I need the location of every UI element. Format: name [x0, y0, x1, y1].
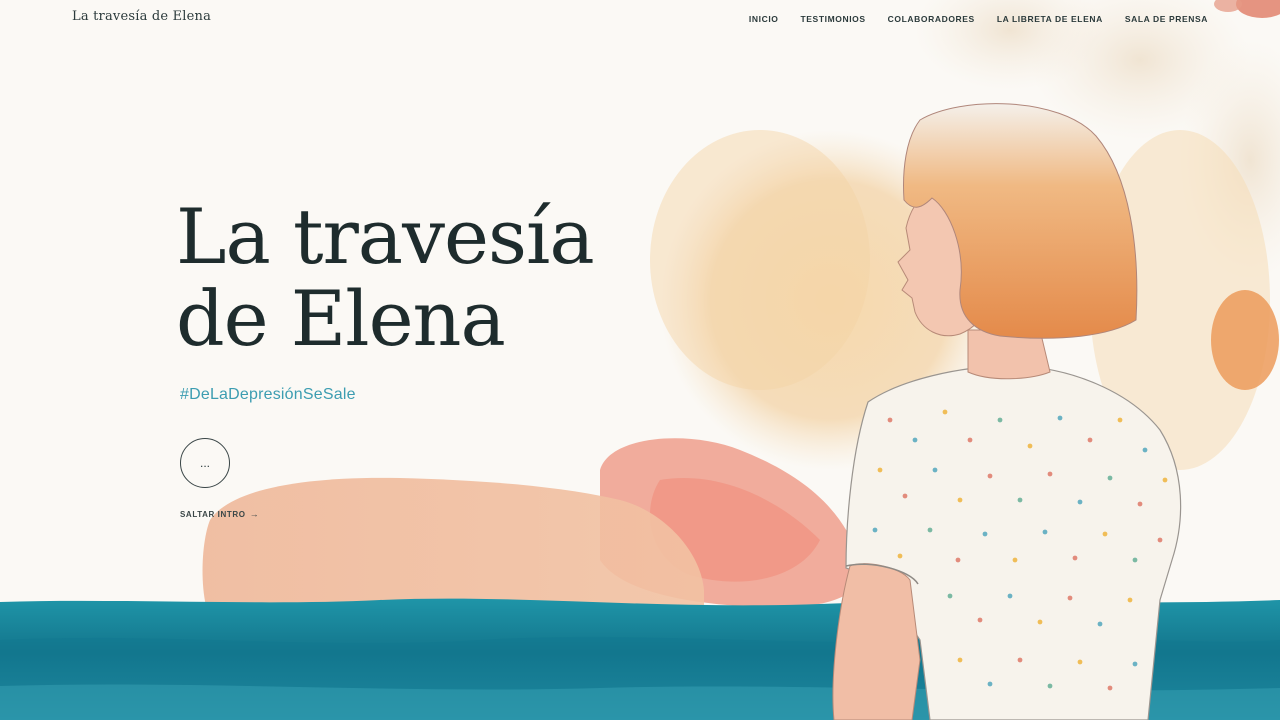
hero-title-line-2: de Elena [176, 274, 506, 363]
nav-item-inicio[interactable]: INICIO [749, 14, 779, 24]
main-nav: INICIO TESTIMONIOS COLABORADORES LA LIBR… [749, 14, 1208, 24]
hero-title: La travesía de Elena [176, 196, 696, 360]
nav-item-sala-de-prensa[interactable]: SALA DE PRENSA [1125, 14, 1208, 24]
nav-item-testimonios[interactable]: TESTIMONIOS [801, 14, 866, 24]
skip-intro-link[interactable]: SALTAR INTRO → [180, 509, 259, 519]
nav-item-colaboradores[interactable]: COLABORADORES [888, 14, 975, 24]
intro-continue-button[interactable]: ... [180, 438, 230, 488]
nav-item-la-libreta-de-elena[interactable]: LA LIBRETA DE ELENA [997, 14, 1103, 24]
ellipsis-icon: ... [199, 456, 210, 470]
hero-title-line-1: La travesía [176, 192, 595, 281]
site-header: La travesía de Elena INICIO TESTIMONIOS … [0, 0, 1280, 40]
hero-hashtag: #DeLaDepresiónSeSale [180, 386, 356, 403]
skip-intro-label: SALTAR INTRO [180, 509, 246, 519]
brand-logo-link[interactable]: La travesía de Elena [72, 9, 211, 24]
arrow-right-icon: → [249, 509, 260, 519]
